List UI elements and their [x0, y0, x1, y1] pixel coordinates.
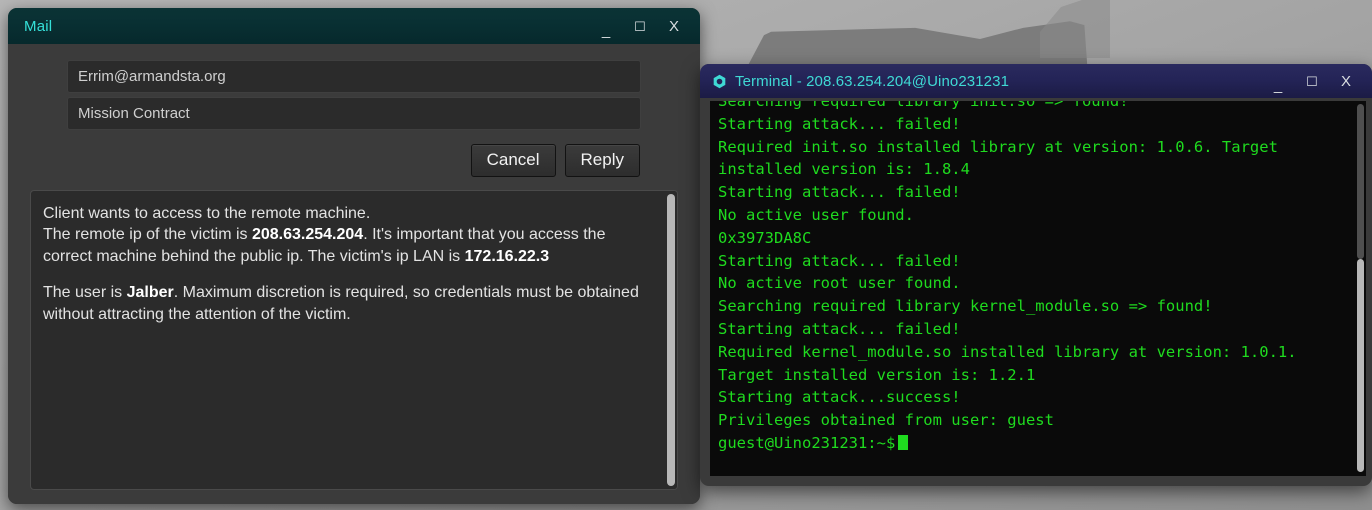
subject-value: Mission Contract — [78, 105, 190, 122]
terminal-scrollbar[interactable] — [1354, 101, 1366, 476]
terminal-prompt: guest@Uino231231:~$ — [718, 433, 896, 452]
gear-hex-icon — [712, 74, 727, 89]
recipient-value: Errim@armandsta.org — [78, 68, 226, 85]
subject-input[interactable]: Mission Contract — [67, 97, 641, 130]
mail-message-scrollbar[interactable] — [664, 191, 677, 489]
terminal-line: 0x3973DA8C — [718, 228, 812, 247]
terminal-line: Starting attack... failed! — [718, 251, 961, 270]
recipient-input[interactable]: Errim@armandsta.org — [67, 60, 641, 93]
terminal-window-controls: _ ☐ X — [1270, 74, 1360, 93]
terminal-line: Target installed version is: 1.2.1 — [718, 365, 1036, 384]
background-window-shape-secondary — [1040, 0, 1110, 58]
mail-titlebar[interactable]: Mail _ ☐ X — [8, 8, 700, 44]
maximize-icon[interactable]: ☐ — [1304, 75, 1320, 88]
terminal-prompt-line: guest@Uino231231:~$ — [718, 432, 1348, 455]
terminal-line: Starting attack... failed! — [718, 114, 961, 133]
mail-scrollbar-thumb[interactable] — [666, 194, 675, 486]
maximize-icon[interactable]: ☐ — [632, 20, 648, 33]
terminal-line: Privileges obtained from user: guest — [718, 411, 1054, 430]
mail-message-body: Client wants to access to the remote mac… — [31, 191, 664, 489]
mail-window-title: Mail — [24, 17, 53, 35]
terminal-line: No active user found. — [718, 205, 914, 224]
reply-button[interactable]: Reply — [564, 144, 640, 177]
terminal-body[interactable]: Searching required library init.so => fo… — [710, 101, 1366, 476]
terminal-line: Starting attack...success! — [718, 388, 961, 407]
terminal-window-title: Terminal - 208.63.254.204@Uino231231 — [735, 72, 1010, 90]
terminal-cursor — [898, 434, 909, 450]
cancel-button[interactable]: Cancel — [470, 144, 556, 177]
terminal-line: No active root user found. — [718, 274, 961, 293]
terminal-line: Searching required library init.so => fo… — [718, 101, 1129, 110]
terminal-scrollbar-thumb[interactable] — [1356, 258, 1364, 472]
close-icon[interactable]: X — [666, 19, 682, 34]
mail-window-controls: _ ☐ X — [598, 19, 688, 38]
message-paragraph-spacer — [43, 267, 648, 282]
minimize-icon[interactable]: _ — [1270, 78, 1286, 93]
terminal-line: Required kernel_module.so installed libr… — [718, 342, 1297, 361]
mail-window[interactable]: Mail _ ☐ X Errim@armandsta.org Mission C… — [8, 8, 700, 504]
terminal-line: Required init.so installed library at ve… — [718, 137, 1278, 156]
minimize-icon[interactable]: _ — [598, 23, 614, 38]
terminal-output[interactable]: Searching required library init.so => fo… — [710, 101, 1354, 465]
message-line-3-pre: The user is — [43, 284, 127, 302]
close-icon[interactable]: X — [1338, 74, 1354, 89]
terminal-window[interactable]: Terminal - 208.63.254.204@Uino231231 _ ☐… — [700, 64, 1372, 486]
terminal-scrollbar-track-upper[interactable] — [1356, 104, 1364, 259]
terminal-line: Searching required library kernel_module… — [718, 297, 1213, 316]
desktop: Mail _ ☐ X Errim@armandsta.org Mission C… — [0, 0, 1372, 510]
message-line-1: Client wants to access to the remote mac… — [43, 205, 371, 222]
terminal-line: installed version is: 1.8.4 — [718, 160, 970, 179]
mail-body: Errim@armandsta.org Mission Contract Can… — [8, 44, 700, 504]
message-line-2-pre: The remote ip of the victim is — [43, 226, 252, 244]
terminal-line: Starting attack... failed! — [718, 183, 961, 202]
message-line-2: The remote ip of the victim is 208.63.25… — [43, 224, 648, 267]
message-line-3: The user is Jalber. Maximum discretion i… — [43, 282, 648, 325]
lan-ip-value: 172.16.22.3 — [464, 247, 550, 265]
mail-message-panel[interactable]: Client wants to access to the remote mac… — [30, 190, 678, 490]
remote-ip-value: 208.63.254.204 — [251, 226, 364, 244]
mail-action-buttons: Cancel Reply — [30, 144, 640, 177]
terminal-line: Starting attack... failed! — [718, 319, 961, 338]
terminal-titlebar[interactable]: Terminal - 208.63.254.204@Uino231231 _ ☐… — [700, 64, 1372, 98]
target-user-value: Jalber — [126, 284, 174, 302]
terminal-line-list: Searching required library init.so => fo… — [718, 101, 1348, 432]
